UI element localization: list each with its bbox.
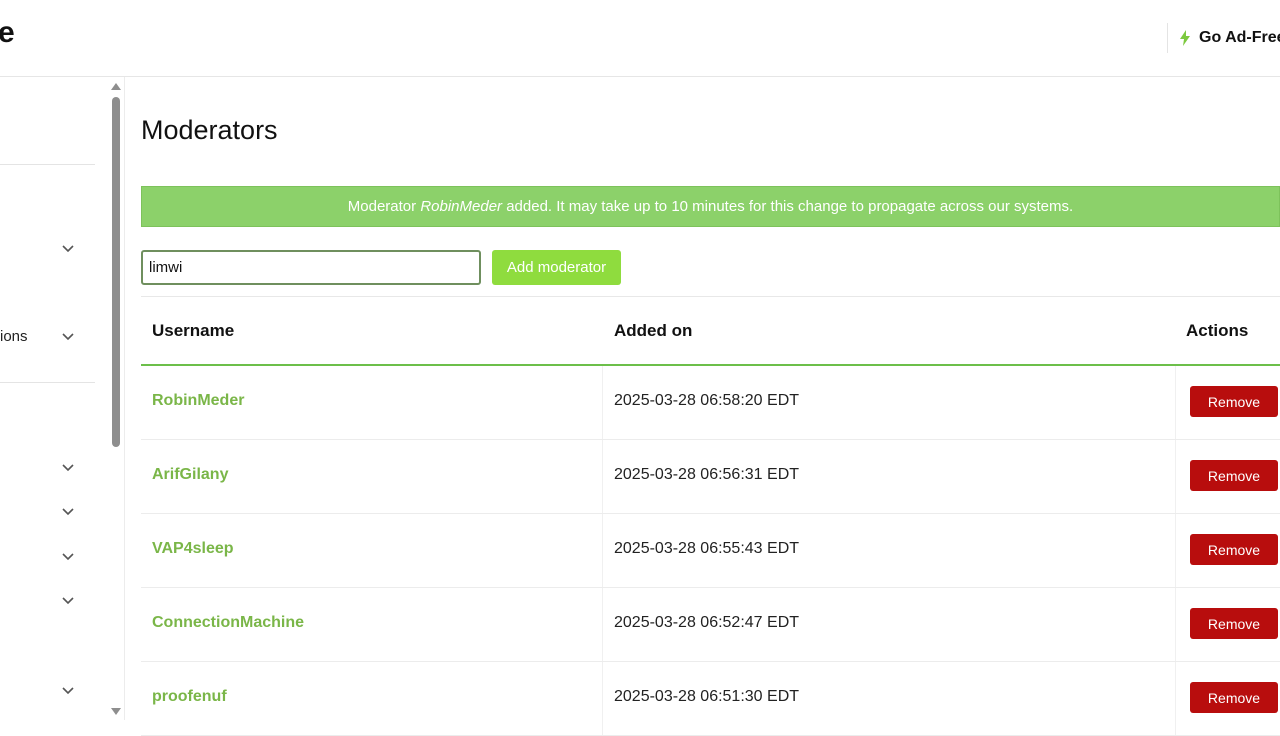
go-ad-free-button[interactable]: Go Ad-Free xyxy=(1167,23,1280,53)
chevron-down-icon[interactable] xyxy=(62,687,74,695)
column-divider xyxy=(602,514,603,587)
table-row: RobinMeder 2025-03-28 06:58:20 EDT Remov… xyxy=(141,366,1280,440)
sidebar-divider xyxy=(0,382,95,383)
alert-username: RobinMeder xyxy=(420,198,503,215)
chevron-down-icon[interactable] xyxy=(62,245,74,253)
moderator-username-link[interactable]: ArifGilany xyxy=(152,466,228,484)
column-divider xyxy=(602,366,603,439)
moderator-username-link[interactable]: VAP4sleep xyxy=(152,540,234,558)
column-header-added-on: Added on xyxy=(614,321,693,340)
table-row: ArifGilany 2025-03-28 06:56:31 EDT Remov… xyxy=(141,440,1280,514)
column-divider xyxy=(1175,440,1176,513)
sidebar: ions xyxy=(0,77,125,720)
top-header: e Go Ad-Free xyxy=(0,0,1280,77)
add-moderator-button[interactable]: Add moderator xyxy=(492,250,621,285)
moderator-username-link[interactable]: ConnectionMachine xyxy=(152,614,304,632)
go-ad-free-label: Go Ad-Free xyxy=(1199,29,1280,46)
chevron-down-icon[interactable] xyxy=(62,553,74,561)
remove-button[interactable]: Remove xyxy=(1190,682,1278,713)
bolt-icon xyxy=(1180,30,1190,46)
chevron-down-icon[interactable] xyxy=(62,464,74,472)
column-divider xyxy=(1175,662,1176,735)
column-divider xyxy=(602,588,603,661)
chevron-down-icon[interactable] xyxy=(62,597,74,605)
moderator-username-link[interactable]: RobinMeder xyxy=(152,392,244,410)
table-row: VAP4sleep 2025-03-28 06:55:43 EDT Remove xyxy=(141,514,1280,588)
added-on-value: 2025-03-28 06:58:20 EDT xyxy=(614,392,800,409)
table-row: proofenuf 2025-03-28 06:51:30 EDT Remove xyxy=(141,662,1280,736)
remove-button[interactable]: Remove xyxy=(1190,386,1278,417)
alert-suffix: added. It may take up to 10 minutes for … xyxy=(502,198,1074,215)
sidebar-divider xyxy=(0,164,95,165)
moderator-username-link[interactable]: proofenuf xyxy=(152,688,227,706)
scroll-down-arrow-icon[interactable] xyxy=(111,708,121,715)
table-row: ConnectionMachine 2025-03-28 06:52:47 ED… xyxy=(141,588,1280,662)
alert-prefix: Moderator xyxy=(347,198,421,215)
added-on-value: 2025-03-28 06:56:31 EDT xyxy=(614,466,800,483)
column-header-username: Username xyxy=(152,321,235,340)
column-divider xyxy=(1175,588,1176,661)
added-on-value: 2025-03-28 06:52:47 EDT xyxy=(614,614,800,631)
column-divider xyxy=(1175,514,1176,587)
moderators-table: Username Added on Actions RobinMeder 202… xyxy=(141,297,1280,736)
page-title: Moderators xyxy=(141,115,278,145)
sidebar-scrollbar[interactable] xyxy=(108,77,124,720)
column-header-actions: Actions xyxy=(1186,321,1249,340)
success-alert: Moderator RobinMeder added. It may take … xyxy=(141,186,1280,227)
scroll-up-arrow-icon[interactable] xyxy=(111,83,121,90)
remove-button[interactable]: Remove xyxy=(1190,460,1278,491)
sidebar-item-label[interactable]: ions xyxy=(0,328,28,345)
added-on-value: 2025-03-28 06:55:43 EDT xyxy=(614,540,800,557)
column-divider xyxy=(602,662,603,735)
column-divider xyxy=(1175,366,1176,439)
column-divider xyxy=(602,440,603,513)
remove-button[interactable]: Remove xyxy=(1190,534,1278,565)
added-on-value: 2025-03-28 06:51:30 EDT xyxy=(614,688,800,705)
table-header: Username Added on Actions xyxy=(141,297,1280,366)
chevron-down-icon[interactable] xyxy=(62,508,74,516)
remove-button[interactable]: Remove xyxy=(1190,608,1278,639)
chevron-down-icon[interactable] xyxy=(62,333,74,341)
site-logo[interactable]: e xyxy=(0,16,15,50)
moderator-username-input[interactable] xyxy=(141,250,481,285)
scrollbar-thumb[interactable] xyxy=(112,97,120,447)
